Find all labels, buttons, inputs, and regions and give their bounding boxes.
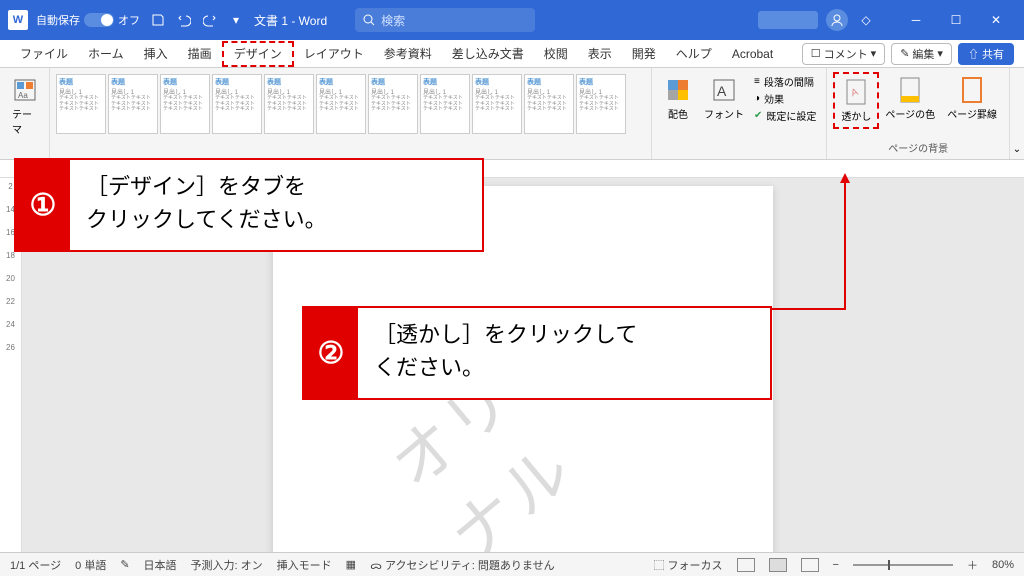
zoom-out[interactable]: −: [833, 559, 839, 571]
redo-icon[interactable]: [200, 10, 220, 30]
tab-表示[interactable]: 表示: [578, 43, 622, 65]
watermark-button[interactable]: A 透かし: [833, 72, 879, 129]
autosave-state: オフ: [118, 12, 140, 28]
insert-mode[interactable]: 挿入モード: [277, 557, 332, 573]
language-status[interactable]: 日本語: [144, 557, 177, 573]
set-default-button[interactable]: ✔既定に設定: [754, 108, 816, 123]
theme-preset[interactable]: 表題見出し 1テキストテキストテキストテキストテキストテキスト: [524, 74, 574, 134]
zoom-level[interactable]: 80%: [992, 559, 1014, 571]
tab-ヘルプ[interactable]: ヘルプ: [666, 43, 722, 65]
page-color-icon: [896, 76, 924, 104]
theme-preset[interactable]: 表題見出し 1テキストテキストテキストテキストテキストテキスト: [472, 74, 522, 134]
spellcheck-icon[interactable]: ✎: [120, 558, 129, 571]
word-count[interactable]: 0 単語: [75, 557, 106, 573]
theme-preset[interactable]: 表題見出し 1テキストテキストテキストテキストテキストテキスト: [316, 74, 366, 134]
autosave-toggle[interactable]: 自動保存 オフ: [36, 12, 140, 28]
tab-Acrobat[interactable]: Acrobat: [722, 43, 783, 65]
effects-icon: ◑: [754, 93, 760, 104]
save-icon[interactable]: [148, 10, 168, 30]
accessibility-status[interactable]: ᯅ アクセシビリティ: 問題ありません: [370, 557, 555, 573]
tab-レイアウト[interactable]: レイアウト: [294, 43, 374, 65]
page-color-button[interactable]: ページの色: [879, 72, 941, 129]
themes-button[interactable]: Aa テーマ: [6, 72, 43, 140]
read-mode-button[interactable]: [737, 558, 755, 572]
watermark-icon: A: [842, 78, 870, 106]
tab-挿入[interactable]: 挿入: [134, 43, 178, 65]
comments-button[interactable]: ☐ コメント ▾: [802, 43, 885, 65]
print-layout-button[interactable]: [769, 558, 787, 572]
window-controls: ─ ☐ ✕: [896, 4, 1016, 36]
tab-ホーム[interactable]: ホーム: [78, 43, 134, 65]
svg-text:A: A: [717, 83, 727, 99]
annotation-2: ② ［透かし］をクリックして ください。: [302, 306, 772, 400]
theme-preset[interactable]: 表題見出し 1テキストテキストテキストテキストテキストテキスト: [368, 74, 418, 134]
tab-校閲[interactable]: 校閲: [534, 43, 578, 65]
autosave-label: 自動保存: [36, 12, 80, 28]
quick-access: ▾: [148, 10, 246, 30]
tab-描画[interactable]: 描画: [178, 43, 222, 65]
tab-ファイル[interactable]: ファイル: [10, 43, 78, 65]
colors-button[interactable]: 配色: [658, 72, 698, 155]
theme-preset[interactable]: 表題見出し 1テキストテキストテキストテキストテキストテキスト: [420, 74, 470, 134]
page-borders-icon: [958, 76, 986, 104]
search-icon: [363, 14, 375, 26]
annotation-2-text: ［透かし］をクリックして ください。: [358, 308, 653, 398]
search-box[interactable]: 検索: [355, 8, 535, 32]
zoom-slider[interactable]: [853, 564, 953, 566]
user-avatar[interactable]: [826, 9, 848, 31]
annotation-1: ① ［デザイン］をタブを クリックしてください。: [14, 158, 484, 252]
annotation-1-text: ［デザイン］をタブを クリックしてください。: [70, 160, 343, 250]
macro-icon[interactable]: ▦: [346, 558, 356, 571]
annotation-arrow: [844, 176, 846, 310]
tab-参考資料[interactable]: 参考資料: [374, 43, 442, 65]
document-formatting-gallery[interactable]: 表題見出し 1テキストテキストテキストテキストテキストテキスト表題見出し 1テキ…: [56, 72, 645, 134]
search-placeholder: 検索: [381, 12, 405, 29]
themes-icon: Aa: [11, 76, 39, 104]
toggle-icon: [84, 13, 114, 27]
close-button[interactable]: ✕: [976, 4, 1016, 36]
diamond-icon[interactable]: ◇: [856, 10, 876, 30]
tab-デザイン[interactable]: デザイン: [222, 41, 294, 67]
tab-差し込み文書[interactable]: 差し込み文書: [442, 43, 534, 65]
status-bar: 1/1 ページ 0 単語 ✎ 日本語 予測入力: オン 挿入モード ▦ ᯅ アク…: [0, 552, 1024, 576]
tab-開発[interactable]: 開発: [622, 43, 666, 65]
web-layout-button[interactable]: [801, 558, 819, 572]
focus-mode[interactable]: ⬚ フォーカス: [653, 557, 722, 573]
theme-preset[interactable]: 表題見出し 1テキストテキストテキストテキストテキストテキスト: [56, 74, 106, 134]
theme-preset[interactable]: 表題見出し 1テキストテキストテキストテキストテキストテキスト: [264, 74, 314, 134]
fonts-icon: A: [710, 76, 738, 104]
paragraph-spacing-button[interactable]: ≡段落の間隔: [754, 74, 816, 89]
ribbon-tabs: ファイルホーム挿入描画デザインレイアウト参考資料差し込み文書校閲表示開発ヘルプA…: [0, 40, 1024, 68]
share-button[interactable]: ⇧ 共有: [958, 43, 1014, 65]
predictive-input[interactable]: 予測入力: オン: [191, 557, 263, 573]
zoom-in[interactable]: ＋: [967, 557, 978, 573]
undo-icon[interactable]: [174, 10, 194, 30]
svg-text:A: A: [850, 87, 860, 100]
page-borders-button[interactable]: ページ罫線: [941, 72, 1003, 129]
fonts-button[interactable]: A フォント: [698, 72, 750, 155]
ribbon: Aa テーマ 表題見出し 1テキストテキストテキストテキストテキストテキスト表題…: [0, 68, 1024, 160]
collapse-ribbon-button[interactable]: ⌄: [1010, 68, 1024, 159]
para-spacing-icon: ≡: [754, 76, 760, 87]
check-icon: ✔: [754, 110, 762, 121]
title-bar: W 自動保存 オフ ▾ 文書 1 - Word 検索 ◇ ─ ☐ ✕: [0, 0, 1024, 40]
maximize-button[interactable]: ☐: [936, 4, 976, 36]
document-title: 文書 1 - Word: [254, 12, 327, 29]
user-name[interactable]: [758, 11, 818, 29]
colors-icon: [664, 76, 692, 104]
theme-preset[interactable]: 表題見出し 1テキストテキストテキストテキストテキストテキスト: [108, 74, 158, 134]
theme-preset[interactable]: 表題見出し 1テキストテキストテキストテキストテキストテキスト: [212, 74, 262, 134]
svg-text:Aa: Aa: [18, 91, 28, 100]
word-icon: W: [8, 10, 28, 30]
effects-button[interactable]: ◑効果: [754, 91, 816, 106]
editing-mode-button[interactable]: ✎ 編集 ▾: [891, 43, 952, 65]
qa-dropdown-icon[interactable]: ▾: [226, 10, 246, 30]
annotation-arrow: [772, 308, 846, 310]
minimize-button[interactable]: ─: [896, 4, 936, 36]
page-background-group-label: ページの背景: [833, 140, 1003, 155]
theme-preset[interactable]: 表題見出し 1テキストテキストテキストテキストテキストテキスト: [576, 74, 626, 134]
theme-preset[interactable]: 表題見出し 1テキストテキストテキストテキストテキストテキスト: [160, 74, 210, 134]
page-count[interactable]: 1/1 ページ: [10, 557, 61, 573]
